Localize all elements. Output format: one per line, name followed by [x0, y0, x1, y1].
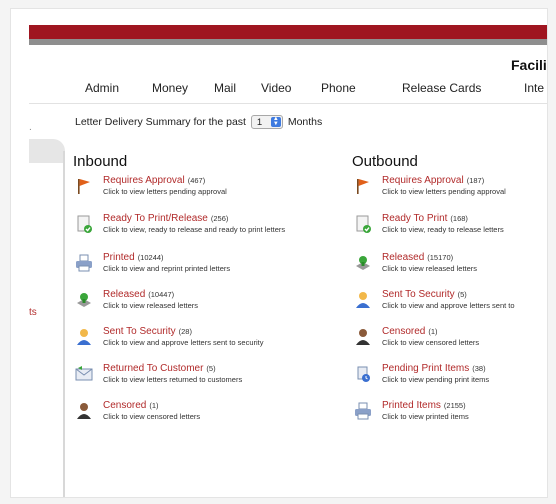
facility-title: Facili	[511, 57, 547, 73]
item-desc: Click to view released letters	[103, 301, 199, 310]
nav-video[interactable]: Video	[261, 81, 291, 95]
nav-release-cards[interactable]: Release Cards	[402, 81, 481, 95]
stamp-icon	[77, 293, 91, 307]
sidebar-tab[interactable]	[29, 139, 65, 163]
item-desc: Click to view, ready to release and read…	[103, 225, 286, 234]
letters-page: Facili Admin Money Mail Video Phone Rele…	[10, 8, 548, 498]
stamp-icon	[356, 256, 370, 270]
item-desc: Click to view censored letters	[382, 338, 480, 347]
nav-money[interactable]: Money	[152, 81, 188, 95]
inbound-column: Inbound Requires Approval (467) Click to …	[73, 153, 343, 421]
item-count: (10447)	[148, 290, 175, 299]
item-title[interactable]: Sent To Security	[103, 326, 176, 337]
item-title[interactable]: Requires Approval	[382, 175, 464, 186]
item-title[interactable]: Requires Approval	[103, 175, 185, 186]
flag-icon	[357, 179, 369, 194]
sidebar-panel: ts	[29, 139, 65, 497]
item-desc: Click to view released letters	[382, 264, 478, 273]
item-desc: Click to view censored letters	[103, 412, 201, 421]
document-check-icon	[356, 215, 371, 233]
item-count: (38)	[472, 364, 486, 373]
nav-phone[interactable]: Phone	[321, 81, 356, 95]
item-title[interactable]: Pending Print Items	[382, 363, 469, 374]
outbound-heading: Outbound	[352, 153, 418, 170]
item-desc: Click to view pending print items	[382, 375, 490, 384]
item-count: (15170)	[427, 253, 454, 262]
item-count: (187)	[466, 176, 485, 185]
item-count: (256)	[210, 214, 229, 223]
security-user-icon	[356, 292, 370, 308]
summary-prefix: Letter Delivery Summary for the past	[75, 115, 246, 128]
item-desc: Click to view letters pending approval	[103, 187, 227, 196]
header-red-bar	[29, 25, 547, 39]
item-desc: Click to view letters returned to custom…	[103, 375, 243, 384]
item-count: (168)	[450, 214, 468, 223]
nav-mail[interactable]: Mail	[214, 81, 236, 95]
printer-icon	[76, 254, 92, 272]
item-desc: Click to view and reprint printed letter…	[103, 264, 231, 273]
months-value: 1	[256, 117, 263, 128]
stepper-arrows-icon[interactable]: ▲ ▼	[270, 116, 281, 127]
item-title[interactable]: Printed Items	[382, 400, 441, 411]
nav-divider	[29, 103, 547, 104]
item-title[interactable]: Censored	[103, 400, 146, 411]
outbound-column: Outbound Requires Approval (187) Click to…	[352, 153, 547, 421]
item-title[interactable]: Released	[103, 289, 145, 300]
item-count: (467)	[187, 176, 206, 185]
item-count: (1)	[428, 327, 438, 336]
main-nav: Admin Money Mail Video Phone Release Car…	[11, 81, 547, 101]
item-count: (5)	[457, 290, 467, 299]
item-title[interactable]: Printed	[103, 252, 135, 263]
item-title[interactable]: Returned To Customer	[103, 363, 203, 374]
sidebar-dot: .	[29, 122, 32, 133]
sidebar-edge	[63, 151, 65, 497]
security-user-icon	[77, 329, 91, 345]
item-count: (5)	[206, 364, 216, 373]
flag-icon	[78, 179, 90, 194]
item-title[interactable]: Censored	[382, 326, 425, 337]
item-title[interactable]: Ready To Print	[382, 213, 447, 224]
returned-envelope-icon	[75, 366, 93, 381]
delivery-summary: Letter Delivery Summary for the past 1 ▲…	[75, 115, 322, 129]
summary-suffix: Months	[287, 115, 323, 128]
pending-print-icon	[357, 366, 370, 382]
item-desc: Click to view printed items	[382, 412, 469, 421]
inbound-heading: Inbound	[73, 153, 128, 170]
months-select[interactable]: 1 ▲ ▼	[250, 115, 283, 129]
item-title[interactable]: Released	[382, 252, 424, 263]
nav-admin[interactable]: Admin	[85, 81, 119, 95]
censored-user-icon	[77, 403, 91, 419]
item-desc: Click to view and approve letters sent t…	[103, 338, 264, 347]
nav-inte[interactable]: Inte	[524, 81, 544, 95]
censored-user-icon	[356, 329, 370, 345]
item-count: (2155)	[443, 401, 466, 410]
item-desc: Click to view and approve letters sent t…	[382, 301, 515, 310]
printer-icon	[355, 402, 371, 420]
item-title[interactable]: Sent To Security	[382, 289, 455, 300]
item-desc: Click to view, ready to release letters	[382, 225, 504, 234]
header-gray-bar	[29, 39, 547, 45]
item-count: (1)	[149, 401, 159, 410]
item-desc: Click to view letters pending approval	[382, 187, 506, 196]
document-check-icon	[77, 215, 92, 233]
item-title[interactable]: Ready To Print/Release	[103, 213, 208, 224]
sidebar-link[interactable]: ts	[29, 307, 37, 318]
item-count: (10244)	[137, 253, 164, 262]
item-count: (28)	[178, 327, 192, 336]
